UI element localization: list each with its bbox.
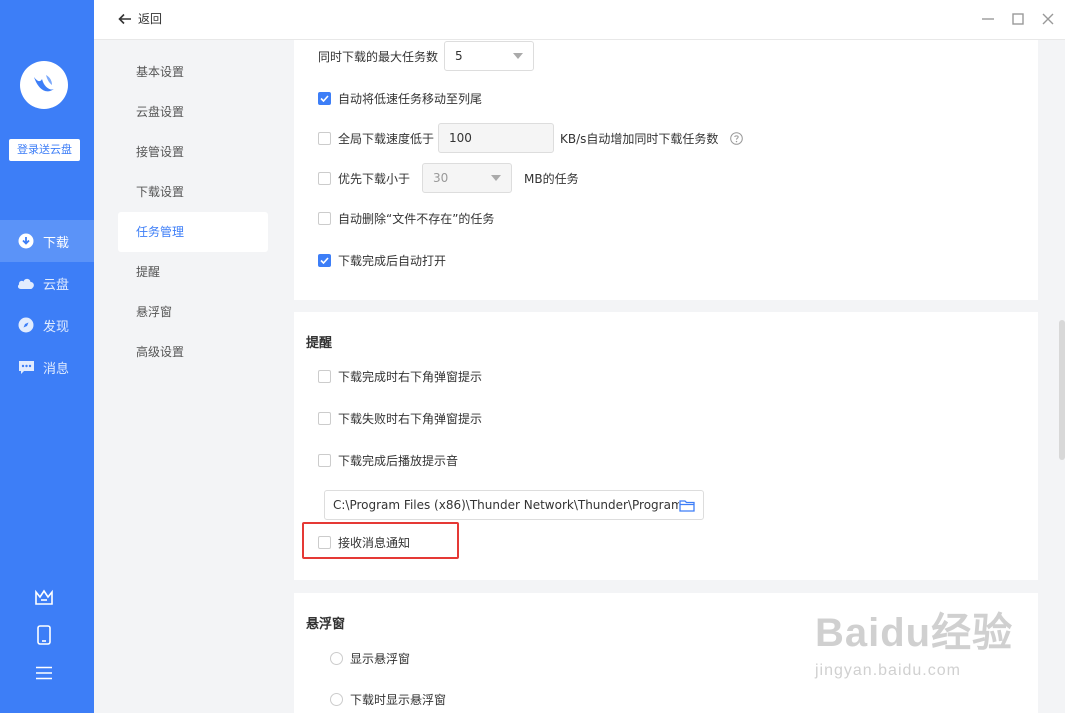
- floating-radio[interactable]: [330, 652, 343, 665]
- back-label: 返回: [138, 12, 163, 26]
- help-icon[interactable]: [730, 131, 744, 145]
- settings-nav-takeover[interactable]: 接管设置: [118, 132, 268, 172]
- cloud-icon: [17, 274, 35, 292]
- sound-path-value: C:\Program Files (x86)\Thunder Network\T…: [333, 498, 679, 512]
- caret-down-icon: [513, 53, 524, 59]
- priority-checkbox[interactable]: [318, 171, 331, 185]
- back-button[interactable]: 返回: [118, 10, 162, 27]
- reminder-checkbox[interactable]: [318, 412, 331, 425]
- settings-nav-basic[interactable]: 基本设置: [118, 52, 268, 92]
- folder-icon[interactable]: [679, 499, 695, 512]
- auto-open-checkbox[interactable]: [318, 254, 331, 267]
- auto-delete-label: 自动删除“文件不存在”的任务: [338, 212, 495, 226]
- floating-item[interactable]: 显示悬浮窗: [330, 650, 410, 667]
- speed-checkbox[interactable]: [318, 131, 331, 145]
- settings-nav-advanced[interactable]: 高级设置: [118, 332, 268, 372]
- reminder-item[interactable]: 下载完成时右下角弹窗提示: [318, 368, 482, 385]
- priority-prefix: 优先下载小于: [338, 171, 411, 186]
- phone-icon[interactable]: [33, 624, 55, 646]
- menu-icon[interactable]: [33, 662, 55, 684]
- move-slow-row[interactable]: 自动将低速任务移动至列尾: [318, 90, 482, 107]
- auto-open-label: 下载完成后自动打开: [338, 254, 447, 268]
- auto-open-row[interactable]: 下载完成后自动打开: [318, 252, 446, 269]
- app-sidebar: 登录送云盘 下载 云盘 发现 消息: [0, 0, 94, 713]
- close-icon[interactable]: [1040, 11, 1056, 27]
- compass-icon: [17, 316, 35, 334]
- bird-logo-icon: [34, 75, 54, 92]
- reminder-title: 提醒: [306, 336, 333, 351]
- floating-title: 悬浮窗: [306, 617, 346, 632]
- app-logo: [20, 61, 68, 109]
- minimize-icon[interactable]: [980, 11, 996, 27]
- max-tasks-label: 同时下载的最大任务数: [318, 49, 439, 64]
- reminder-label: 下载失败时右下角弹窗提示: [338, 412, 483, 426]
- check-icon: [320, 257, 329, 264]
- nav-label: 下载: [43, 235, 70, 251]
- nav-discover[interactable]: 发现: [0, 304, 94, 346]
- priority-select[interactable]: 30: [422, 163, 513, 193]
- receive-message-label: 接收消息通知: [338, 536, 411, 550]
- reminder-label: 下载完成后播放提示音: [338, 454, 459, 468]
- priority-row: 优先下载小于 30 MB的任务: [318, 163, 579, 193]
- floating-label: 下载时显示悬浮窗: [350, 693, 447, 707]
- priority-value: 30: [433, 171, 449, 185]
- settings-nav-reminder[interactable]: 提醒: [118, 252, 268, 292]
- login-button[interactable]: 登录送云盘: [9, 139, 80, 161]
- max-tasks-value: 5: [455, 49, 463, 63]
- reminder-checkbox[interactable]: [318, 370, 331, 383]
- settings-nav: 基本设置 云盘设置 接管设置 下载设置 任务管理 提醒 悬浮窗 高级设置: [94, 40, 294, 713]
- receive-message-row[interactable]: 接收消息通知: [318, 534, 410, 551]
- task-management-panel: 同时下载的最大任务数 5 自动将低速任务移动至列尾 全局下载速度低于 100 K…: [294, 40, 1038, 300]
- priority-suffix: MB的任务: [524, 171, 579, 186]
- floating-radio[interactable]: [330, 693, 343, 706]
- check-icon: [320, 95, 329, 102]
- baidu-watermark: Baidu经验 jingyan.baidu.com: [815, 600, 1013, 680]
- speed-input[interactable]: 100: [438, 123, 555, 153]
- titlebar: 返回: [94, 0, 1065, 40]
- settings-nav-download[interactable]: 下载设置: [118, 172, 268, 212]
- speed-suffix: KB/s自动增加同时下载任务数: [560, 131, 719, 146]
- caret-down-icon: [491, 175, 502, 181]
- max-tasks-select[interactable]: 5: [444, 41, 535, 71]
- crown-icon[interactable]: [33, 586, 55, 608]
- message-icon: [17, 358, 35, 376]
- sound-path-field[interactable]: C:\Program Files (x86)\Thunder Network\T…: [324, 490, 704, 520]
- settings-nav-floating[interactable]: 悬浮窗: [118, 292, 268, 332]
- download-icon: [17, 232, 35, 250]
- nav-messages[interactable]: 消息: [0, 346, 94, 388]
- reminder-item[interactable]: 下载失败时右下角弹窗提示: [318, 410, 482, 427]
- nav-cloud[interactable]: 云盘: [0, 262, 94, 304]
- max-tasks-row: 同时下载的最大任务数 5: [318, 41, 535, 71]
- move-slow-label: 自动将低速任务移动至列尾: [338, 92, 483, 106]
- watermark-sub: jingyan.baidu.com: [815, 662, 961, 679]
- reminder-label: 下载完成时右下角弹窗提示: [338, 370, 483, 384]
- nav-label: 发现: [43, 319, 70, 335]
- nav-label: 消息: [43, 361, 70, 377]
- move-slow-checkbox[interactable]: [318, 92, 331, 105]
- maximize-icon[interactable]: [1010, 11, 1026, 27]
- settings-nav-task-management[interactable]: 任务管理: [118, 212, 268, 252]
- receive-message-checkbox[interactable]: [318, 536, 331, 549]
- arrow-left-icon: [118, 13, 131, 24]
- reminder-panel: 提醒 下载完成时右下角弹窗提示 下载失败时右下角弹窗提示 下载完成后播放提示音 …: [294, 312, 1038, 580]
- scrollbar[interactable]: [1059, 320, 1065, 460]
- nav-label: 云盘: [43, 277, 70, 293]
- speed-row: 全局下载速度低于 100 KB/s自动增加同时下载任务数: [318, 123, 744, 153]
- floating-item[interactable]: 下载时显示悬浮窗: [330, 691, 446, 708]
- nav-download[interactable]: 下载: [0, 220, 94, 262]
- floating-label: 显示悬浮窗: [350, 652, 411, 666]
- settings-nav-cloud[interactable]: 云盘设置: [118, 92, 268, 132]
- auto-delete-row[interactable]: 自动删除“文件不存在”的任务: [318, 210, 494, 227]
- reminder-item[interactable]: 下载完成后播放提示音: [318, 452, 458, 469]
- reminder-checkbox[interactable]: [318, 454, 331, 467]
- speed-prefix: 全局下载速度低于: [338, 131, 435, 146]
- auto-delete-checkbox[interactable]: [318, 212, 331, 225]
- watermark-main: Baidu经验: [815, 611, 1014, 655]
